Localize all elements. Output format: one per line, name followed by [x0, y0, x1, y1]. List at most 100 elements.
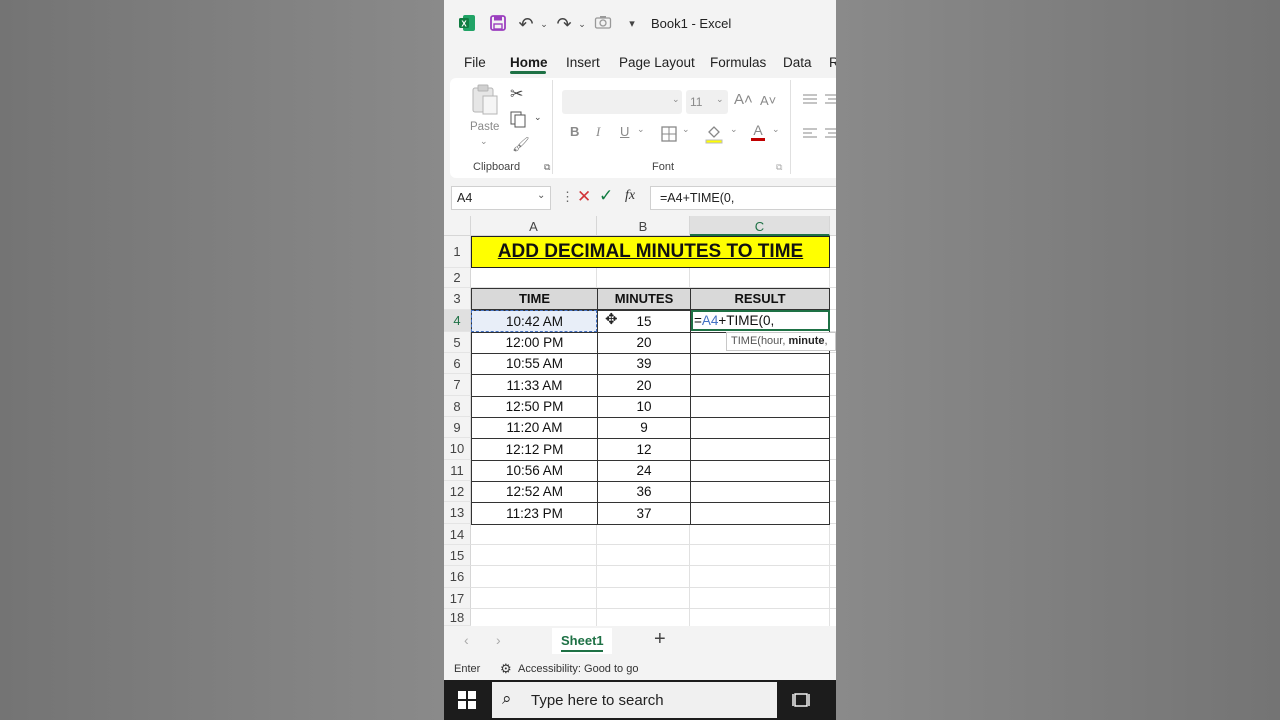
underline-button[interactable]: U	[620, 124, 629, 139]
worksheet-grid[interactable]: A B C 1 2 3 4 5 6 7 8 9 10 11 12 13 14 15 16 17 18 ADD DE…	[444, 216, 836, 626]
font-name-box[interactable]	[562, 90, 682, 114]
borders-icon[interactable]	[661, 126, 677, 147]
column-header-a[interactable]: A	[471, 216, 597, 236]
row-header-7[interactable]: 7	[444, 374, 471, 396]
tab-formulas[interactable]: Formulas	[710, 55, 766, 70]
font-size-box[interactable]: 11 ⌄	[686, 90, 728, 114]
tab-data[interactable]: Data	[783, 55, 812, 70]
save-icon[interactable]	[488, 14, 508, 34]
redo-icon[interactable]: ↷	[554, 14, 574, 34]
cancel-icon[interactable]: ✕	[577, 187, 591, 207]
accessibility-status[interactable]: Accessibility: Good to go	[518, 663, 638, 675]
row-header-17[interactable]: 17	[444, 588, 471, 609]
increase-font-icon[interactable]: A˄	[734, 91, 753, 108]
paste-icon[interactable]	[470, 84, 500, 116]
camera-icon[interactable]	[593, 14, 613, 34]
select-all-corner[interactable]	[444, 216, 471, 236]
time-cell[interactable]: 12:52 AM	[471, 481, 598, 503]
row-header-11[interactable]: 11	[444, 460, 471, 481]
time-cell[interactable]: 11:33 AM	[471, 374, 598, 397]
time-cell[interactable]: 10:42 AM	[471, 310, 598, 333]
more-options-icon[interactable]: ⋮	[561, 189, 574, 205]
copy-icon[interactable]	[509, 110, 527, 133]
align-center-icon[interactable]	[824, 126, 836, 144]
result-cell[interactable]	[690, 374, 830, 397]
time-cell[interactable]: 10:56 AM	[471, 460, 598, 482]
title-banner-cell[interactable]: ADD DECIMAL MINUTES TO TIME	[471, 236, 830, 268]
enter-icon[interactable]: ✓	[599, 186, 613, 206]
scroll-left-icon[interactable]: ‹	[464, 632, 469, 648]
function-tooltip[interactable]: TIME(hour, minute,	[726, 332, 836, 351]
time-cell[interactable]: 12:12 PM	[471, 438, 598, 461]
formula-input[interactable]: =A4+TIME(0,	[650, 186, 836, 210]
paste-dropdown-icon[interactable]: ⌄	[480, 136, 488, 147]
header-cell-result[interactable]: RESULT	[690, 288, 830, 310]
header-cell-time[interactable]: TIME	[471, 288, 598, 310]
row-header-14[interactable]: 14	[444, 524, 471, 545]
align-middle-icon[interactable]	[824, 92, 836, 110]
result-cell[interactable]	[690, 417, 830, 439]
result-cell[interactable]	[690, 438, 830, 461]
tab-page-layout[interactable]: Page Layout	[619, 55, 695, 70]
scroll-right-icon[interactable]: ›	[496, 632, 501, 648]
font-color-dropdown-icon[interactable]: ⌄	[772, 124, 780, 135]
clipboard-launcher-icon[interactable]: ⧉	[544, 162, 550, 173]
row-header-18[interactable]: 18	[444, 609, 471, 626]
row-header-4[interactable]: 4	[444, 310, 471, 332]
result-cell[interactable]	[690, 353, 830, 375]
result-cell[interactable]	[690, 460, 830, 482]
add-sheet-button[interactable]: +	[654, 628, 666, 651]
row-header-9[interactable]: 9	[444, 417, 471, 438]
tab-file[interactable]: File	[464, 55, 486, 70]
minutes-cell[interactable]: 20	[597, 332, 691, 354]
minutes-cell[interactable]: 37	[597, 502, 691, 525]
align-top-icon[interactable]	[802, 92, 818, 110]
row-header-10[interactable]: 10	[444, 438, 471, 460]
insert-function-icon[interactable]: fx	[625, 188, 635, 204]
time-cell[interactable]: 12:50 PM	[471, 396, 598, 418]
undo-icon[interactable]: ↶	[516, 14, 536, 34]
format-painter-icon[interactable]: 🖌	[512, 136, 530, 153]
header-cell-minutes[interactable]: MINUTES	[597, 288, 691, 310]
font-color-icon[interactable]: A	[750, 122, 766, 147]
time-cell[interactable]: 11:23 PM	[471, 502, 598, 525]
name-box[interactable]: A4	[451, 186, 551, 210]
row-header-16[interactable]: 16	[444, 566, 471, 588]
align-left-icon[interactable]	[802, 126, 818, 144]
fill-color-dropdown-icon[interactable]: ⌄	[730, 124, 738, 135]
tab-insert[interactable]: Insert	[566, 55, 600, 70]
redo-dropdown-icon[interactable]: ⌄	[572, 14, 592, 34]
column-header-d[interactable]	[830, 216, 836, 236]
minutes-cell[interactable]: 9	[597, 417, 691, 439]
copy-dropdown-icon[interactable]: ⌄	[534, 112, 542, 123]
row-header-5[interactable]: 5	[444, 332, 471, 353]
taskbar-search-box[interactable]: ⌕ Type here to search	[492, 682, 777, 718]
time-cell[interactable]: 11:20 AM	[471, 417, 598, 439]
font-launcher-icon[interactable]: ⧉	[776, 162, 782, 173]
column-header-c[interactable]: C	[690, 216, 830, 236]
cut-icon[interactable]: ✂	[510, 84, 523, 104]
fill-color-icon[interactable]	[705, 124, 723, 149]
undo-dropdown-icon[interactable]: ⌄	[534, 14, 554, 34]
minutes-cell[interactable]: 20	[597, 374, 691, 397]
row-header-2[interactable]: 2	[444, 268, 471, 288]
bold-button[interactable]: B	[570, 124, 579, 139]
minutes-cell[interactable]: 10	[597, 396, 691, 418]
row-header-1[interactable]: 1	[444, 236, 471, 268]
row-header-13[interactable]: 13	[444, 502, 471, 524]
minutes-cell[interactable]: 24	[597, 460, 691, 482]
name-box-dropdown-icon[interactable]: ⌄	[537, 190, 545, 201]
italic-button[interactable]: I	[596, 124, 600, 140]
tab-home[interactable]: Home	[510, 55, 548, 70]
row-header-15[interactable]: 15	[444, 545, 471, 566]
result-cell[interactable]	[690, 481, 830, 503]
row-header-6[interactable]: 6	[444, 353, 471, 374]
windows-start-icon[interactable]	[458, 691, 476, 714]
column-header-b[interactable]: B	[597, 216, 690, 236]
row-header-8[interactable]: 8	[444, 396, 471, 417]
borders-dropdown-icon[interactable]: ⌄	[682, 124, 690, 135]
minutes-cell[interactable]: 12	[597, 438, 691, 461]
time-cell[interactable]: 12:00 PM	[471, 332, 598, 354]
row-header-12[interactable]: 12	[444, 481, 471, 502]
row-header-3[interactable]: 3	[444, 288, 471, 310]
